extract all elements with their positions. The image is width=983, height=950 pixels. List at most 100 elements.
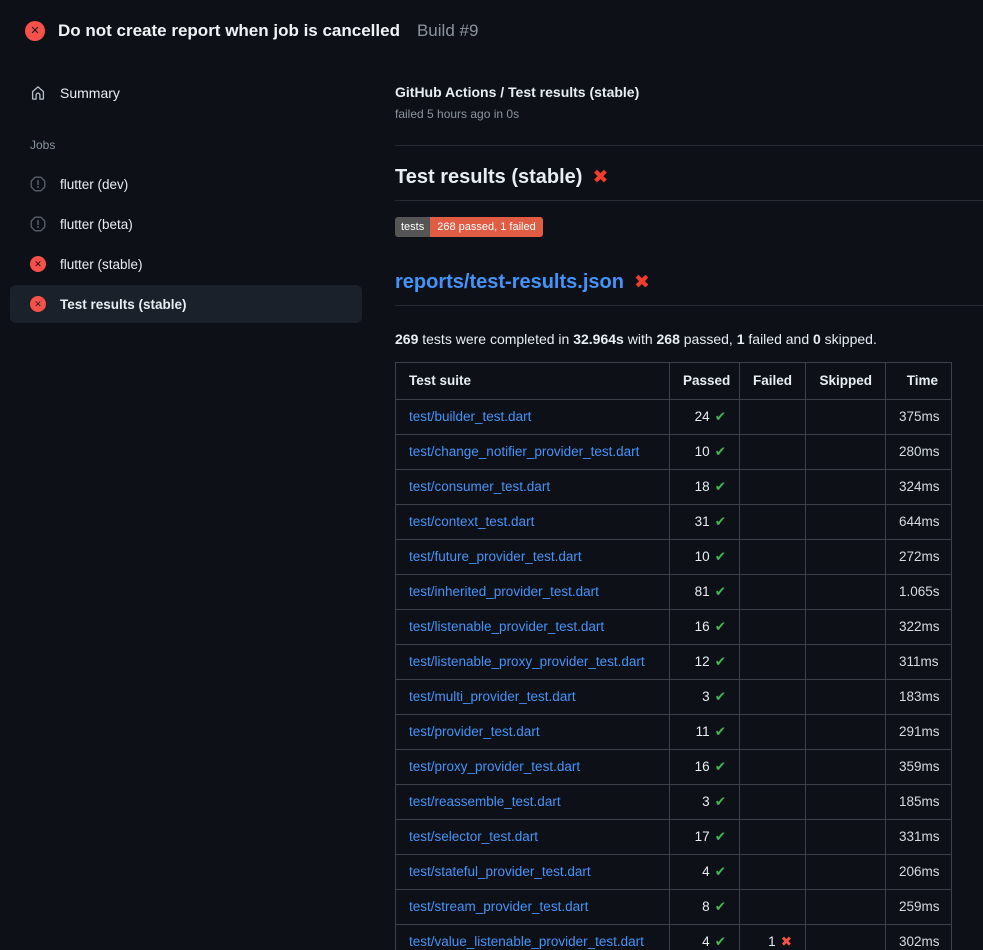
table-row: test/change_notifier_provider_test.dart 1… <box>396 435 952 470</box>
count-value: 10 <box>695 444 710 459</box>
divider <box>395 145 983 146</box>
suite-cell: test/inherited_provider_test.dart <box>396 575 670 610</box>
suite-link[interactable]: test/stateful_provider_test.dart <box>409 864 591 879</box>
suite-link[interactable]: test/multi_provider_test.dart <box>409 689 576 704</box>
count-value: 10 <box>695 549 710 564</box>
passed-check-icon: ✔ <box>715 444 726 459</box>
count-value: 3 <box>702 794 710 809</box>
suite-cell: test/proxy_provider_test.dart <box>396 750 670 785</box>
failed-cross-cell <box>740 610 806 645</box>
skipped-cell <box>806 925 886 950</box>
suite-link[interactable]: test/stream_provider_test.dart <box>409 899 588 914</box>
cancelled-octagon-icon <box>30 176 46 192</box>
skipped-cell <box>806 435 886 470</box>
count-value: 31 <box>695 514 710 529</box>
sidebar-job-label: flutter (stable) <box>60 257 143 272</box>
report-title-link[interactable]: reports/test-results.json <box>395 268 624 296</box>
failed-cross-cell <box>740 575 806 610</box>
x-circle-icon: ✕ <box>30 256 46 272</box>
section-title-text: Test results (stable) <box>395 163 582 191</box>
suite-cell: test/provider_test.dart <box>396 715 670 750</box>
time-cell: 185ms <box>886 785 952 820</box>
failed-cross-cell <box>740 750 806 785</box>
suite-link[interactable]: test/change_notifier_provider_test.dart <box>409 444 639 459</box>
sidebar-job-label: Test results (stable) <box>60 297 187 312</box>
count-value: 4 <box>702 864 710 879</box>
suite-link[interactable]: test/provider_test.dart <box>409 724 540 739</box>
badge-label: tests <box>395 217 430 237</box>
suite-link[interactable]: test/reassemble_test.dart <box>409 794 561 809</box>
suite-link[interactable]: test/listenable_provider_test.dart <box>409 619 604 634</box>
count-value: 16 <box>695 619 710 634</box>
table-row: test/consumer_test.dart18✔324ms <box>396 470 952 505</box>
time-cell: 302ms <box>886 925 952 950</box>
failed-cross-cell <box>740 680 806 715</box>
suite-link[interactable]: test/future_provider_test.dart <box>409 549 582 564</box>
skipped-cell <box>806 820 886 855</box>
count-value: 17 <box>695 829 710 844</box>
jobs-list: flutter (dev)flutter (beta) ✕ flutter (sta… <box>10 165 362 323</box>
passed-check-cell: 81✔ <box>670 575 740 610</box>
suite-link[interactable]: test/consumer_test.dart <box>409 479 550 494</box>
summary-text-part: 32.964s <box>573 331 624 347</box>
sidebar: Summary Jobs flutter (dev)flutter (beta)… <box>10 56 362 325</box>
run-build-number: Build #9 <box>417 21 478 41</box>
summary-line: 269 tests were completed in 32.964s with… <box>395 329 983 349</box>
sidebar-job-item[interactable]: flutter (beta) <box>10 205 362 243</box>
count-value: 12 <box>695 654 710 669</box>
suite-link[interactable]: test/inherited_provider_test.dart <box>409 584 599 599</box>
count-value: 11 <box>696 724 710 739</box>
x-circle-icon: ✕ <box>30 296 46 312</box>
skipped-cell <box>806 855 886 890</box>
passed-check-icon: ✔ <box>715 689 726 704</box>
time-cell: 375ms <box>886 400 952 435</box>
failed-cross-cell <box>740 785 806 820</box>
suite-cell: test/selector_test.dart <box>396 820 670 855</box>
passed-check-cell: 4✔ <box>670 855 740 890</box>
passed-check-icon: ✔ <box>715 829 726 844</box>
suite-link[interactable]: test/context_test.dart <box>409 514 534 529</box>
suite-link[interactable]: test/value_listenable_provider_test.dart <box>409 934 644 949</box>
badge-value: 268 passed, 1 failed <box>430 217 542 237</box>
count-value: 24 <box>695 409 710 424</box>
passed-check-icon: ✔ <box>715 724 726 739</box>
time-cell: 183ms <box>886 680 952 715</box>
sidebar-job-item[interactable]: ✕ Test results (stable) <box>10 285 362 323</box>
skipped-cell <box>806 575 886 610</box>
summary-text-part: failed and <box>745 331 814 347</box>
breadcrumb: GitHub Actions / Test results (stable) <box>395 82 983 102</box>
failed-cross-cell <box>740 715 806 750</box>
passed-check-icon: ✔ <box>715 584 726 599</box>
sidebar-job-item[interactable]: flutter (dev) <box>10 165 362 203</box>
suite-cell: test/listenable_provider_test.dart <box>396 610 670 645</box>
summary-text-part: with <box>624 331 657 347</box>
passed-check-cell: 18✔ <box>670 470 740 505</box>
summary-text-part: tests were completed in <box>418 331 573 347</box>
suite-link[interactable]: test/proxy_provider_test.dart <box>409 759 580 774</box>
table-row: test/provider_test.dart 11 ✔ 291ms <box>396 715 952 750</box>
col-header-skipped: Skipped <box>806 363 886 400</box>
sidebar-item-summary[interactable]: Summary <box>10 75 362 111</box>
passed-check-cell: 3✔ <box>670 680 740 715</box>
summary-text-part: 268 <box>657 331 680 347</box>
time-cell: 206ms <box>886 855 952 890</box>
sidebar-job-item[interactable]: ✕ flutter (stable) <box>10 245 362 283</box>
count-value: 1 <box>768 934 776 949</box>
skipped-cell <box>806 680 886 715</box>
skipped-cell <box>806 400 886 435</box>
suite-link[interactable]: test/selector_test.dart <box>409 829 538 844</box>
cancelled-octagon-icon <box>30 216 46 232</box>
skipped-cell <box>806 785 886 820</box>
results-table: Test suite Passed Failed Skipped Time te… <box>395 362 952 950</box>
skipped-cell <box>806 540 886 575</box>
failed-cross-cell <box>740 645 806 680</box>
failed-cross-icon: ✖ <box>781 934 792 949</box>
time-cell: 644ms <box>886 505 952 540</box>
suite-link[interactable]: test/listenable_proxy_provider_test.dart <box>409 654 645 669</box>
time-cell: 280ms <box>886 435 952 470</box>
time-cell: 331ms <box>886 820 952 855</box>
jobs-section-label: Jobs <box>30 138 362 152</box>
time-cell: 291ms <box>886 715 952 750</box>
suite-cell: test/listenable_proxy_provider_test.dart <box>396 645 670 680</box>
suite-link[interactable]: test/builder_test.dart <box>409 409 531 424</box>
